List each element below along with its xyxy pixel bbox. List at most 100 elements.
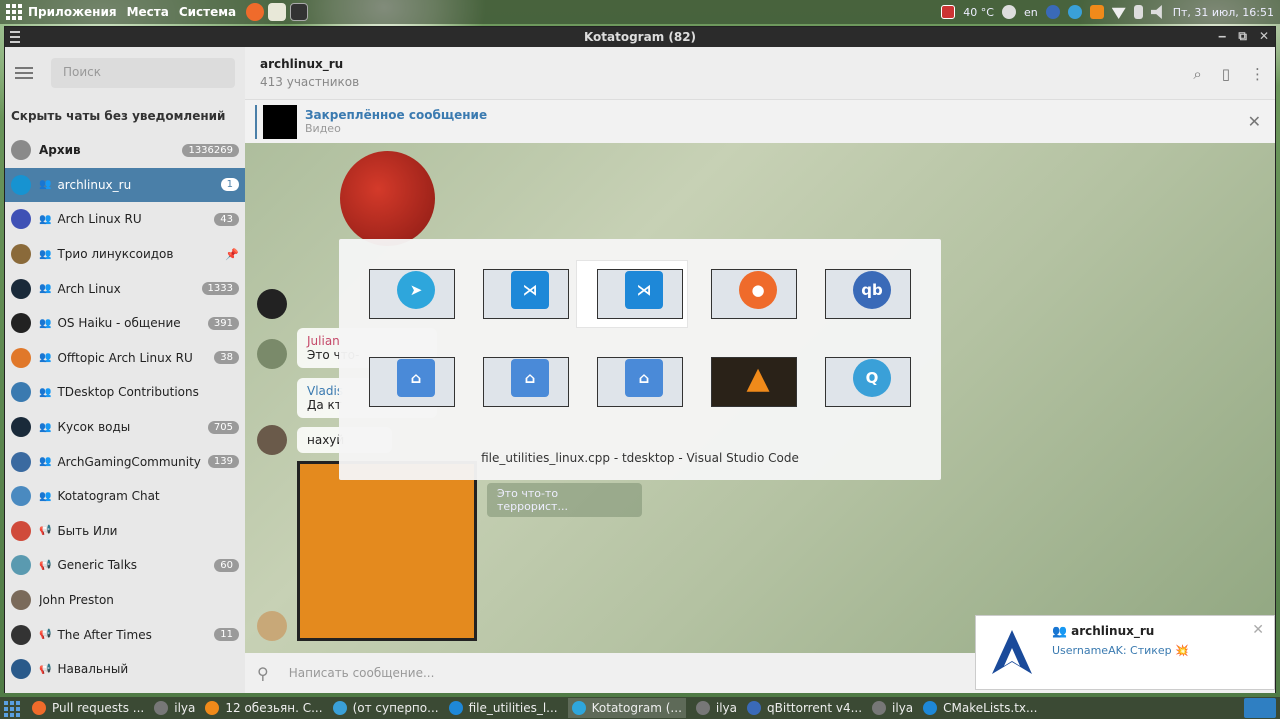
chat-item[interactable]: 📢 The After Times 11 xyxy=(5,617,245,652)
notification-close-icon[interactable]: ✕ xyxy=(1252,622,1264,638)
vscode-icon: ⋊ xyxy=(625,271,663,309)
telegram-tray-icon[interactable] xyxy=(1244,698,1276,718)
main-menu-icon[interactable] xyxy=(15,67,33,79)
taskbar-item[interactable]: 12 обезьян. С... xyxy=(205,698,323,718)
weather-icon[interactable] xyxy=(1001,5,1016,19)
switcher-window[interactable]: ⌂ xyxy=(463,349,573,415)
chat-item[interactable]: 👥 Offtopic Arch Linux RU 38 xyxy=(5,341,245,376)
avatar[interactable] xyxy=(257,425,287,455)
avatar[interactable] xyxy=(257,339,287,369)
battery-icon[interactable] xyxy=(1133,5,1143,19)
chat-item[interactable]: 📢 Навальный xyxy=(5,652,245,687)
text-editor-launcher-icon[interactable] xyxy=(268,3,287,21)
minimize-button[interactable]: ‒ xyxy=(1218,29,1226,44)
qbittorrent-tray-icon[interactable] xyxy=(1045,5,1060,19)
reply-preview[interactable]: Это что-то террорист... xyxy=(487,483,642,517)
taskbar-item[interactable]: CMakeLists.tx... xyxy=(923,698,1037,718)
channel-icon: 📢 xyxy=(39,663,52,675)
explosive-sticker[interactable] xyxy=(297,461,477,641)
chat-item[interactable]: 👥 archlinux_ru 1 xyxy=(5,167,245,203)
group-icon: 👥 xyxy=(39,386,52,398)
app-icon xyxy=(448,701,463,715)
hide-muted-chats-toggle[interactable]: Скрыть чаты без уведомлений xyxy=(5,99,245,133)
chat-item[interactable]: 👥 Kotatogram Chat xyxy=(5,479,245,514)
firefox-launcher-icon[interactable] xyxy=(246,3,265,21)
switcher-window[interactable]: qb xyxy=(805,261,915,327)
avatar[interactable] xyxy=(257,611,287,641)
vlc-tray-icon[interactable] xyxy=(1089,5,1104,19)
maximize-button[interactable]: ⧉ xyxy=(1238,29,1247,44)
close-button[interactable]: ✕ xyxy=(1259,29,1269,44)
menu-applications[interactable]: Приложения xyxy=(28,5,117,19)
keyboard-layout[interactable]: en xyxy=(1024,6,1038,19)
chat-item[interactable]: 👥 Arch Linux 1333 xyxy=(5,271,245,306)
volume-icon[interactable] xyxy=(1150,5,1162,19)
window-titlebar[interactable]: Kotatogram (82) ‒ ⧉ ✕ xyxy=(5,27,1275,47)
window-menu-icon[interactable] xyxy=(10,31,20,43)
search-input[interactable]: Поиск xyxy=(51,58,235,88)
chat-item[interactable]: 👥 Кусок воды 705 xyxy=(5,410,245,445)
unread-badge: 139 xyxy=(207,455,239,469)
taskbar-item[interactable]: file_utilities_l... xyxy=(448,698,558,718)
attach-icon[interactable]: ⚲ xyxy=(257,664,269,683)
notification-popup[interactable]: 👥 archlinux_ru UsernameAK: Стикер 💥 ✕ xyxy=(975,615,1275,690)
chat-avatar xyxy=(11,244,31,265)
chat-item[interactable]: 👥 TDesktop Contributions xyxy=(5,375,245,410)
avatar[interactable] xyxy=(257,289,287,319)
chat-name: Быть Или xyxy=(57,523,118,538)
chat-item[interactable]: John Preston xyxy=(5,583,245,618)
taskbar-item[interactable]: ilya xyxy=(154,698,195,718)
chat-avatar xyxy=(11,486,31,507)
chat-name: John Preston xyxy=(39,593,114,608)
chat-item[interactable]: 👥 OS Haiku - общение 391 xyxy=(5,306,245,341)
chat-item[interactable]: 👥 Трио линуксоидов 📌 xyxy=(5,237,245,272)
close-pinned-icon[interactable]: ✕ xyxy=(1248,112,1261,131)
switcher-window[interactable]: ▲ xyxy=(691,349,801,415)
menu-system[interactable]: Система xyxy=(179,5,236,19)
telegram-icon: ➤ xyxy=(397,271,435,309)
taskbar-item[interactable]: Kotatogram (... xyxy=(567,698,686,718)
taskbar-item[interactable]: ilya xyxy=(872,698,913,718)
switcher-window[interactable]: ⋊ xyxy=(577,261,687,327)
taskbar-item[interactable]: ilya xyxy=(695,698,737,718)
switcher-window[interactable]: ⌂ xyxy=(349,349,459,415)
taskbar-item[interactable]: (от суперпо... xyxy=(332,698,439,718)
chat-item[interactable]: 📢 Generic Talks 60 xyxy=(5,548,245,583)
cpu-temp-icon[interactable] xyxy=(941,5,956,19)
show-desktop-icon[interactable] xyxy=(0,697,22,719)
chat-item[interactable]: 👥 ArchGamingCommunity 139 xyxy=(5,444,245,479)
chat-item[interactable]: 👥 Arch Linux RU 43 xyxy=(5,202,245,237)
wifi-icon[interactable] xyxy=(1111,7,1126,19)
sidebar-toggle-icon[interactable]: ▯ xyxy=(1222,65,1230,83)
switcher-window[interactable]: ⌂ xyxy=(577,349,687,415)
unread-badge: 38 xyxy=(214,351,239,365)
taskbar-item[interactable]: qBittorrent v4... xyxy=(747,698,862,718)
search-icon[interactable]: ⌕ xyxy=(1193,65,1201,83)
unread-badge: 705 xyxy=(207,420,239,434)
switcher-caption: file_utilities_linux.cpp - tdesktop - Vi… xyxy=(481,451,799,465)
message-input[interactable]: Написать сообщение... xyxy=(289,666,435,680)
more-options-icon[interactable]: ⋮ xyxy=(1250,65,1265,83)
clock[interactable]: Пт, 31 июл, 16:51 xyxy=(1173,6,1274,19)
chat-header[interactable]: archlinux_ru 413 участников ⌕ ▯ ⋮ xyxy=(245,47,1275,99)
apps-grid-icon[interactable] xyxy=(6,4,22,20)
sticker-knuckles[interactable] xyxy=(340,151,435,246)
switcher-window[interactable]: Q xyxy=(805,349,915,415)
terminal-launcher-icon[interactable] xyxy=(290,3,309,21)
app-icon xyxy=(32,701,46,715)
switcher-window[interactable]: ⋊ xyxy=(463,261,573,327)
switcher-window[interactable]: ➤ xyxy=(349,261,459,327)
app-icon xyxy=(332,701,347,715)
update-tray-icon[interactable] xyxy=(1067,5,1082,19)
folder-icon: ⌂ xyxy=(397,359,435,397)
app-icon xyxy=(205,701,220,715)
taskbar-item[interactable]: Pull requests ... xyxy=(32,698,144,718)
switcher-window[interactable]: ● xyxy=(691,261,801,327)
menu-places[interactable]: Места xyxy=(127,5,169,19)
chat-item[interactable]: Архив 1336269 xyxy=(5,133,245,168)
chat-item[interactable]: 📢 Быть Или xyxy=(5,514,245,549)
group-icon: 👥 xyxy=(39,179,52,191)
group-icon: 👥 xyxy=(1052,624,1072,638)
taskbar-item-label: ilya xyxy=(174,701,196,715)
pinned-message-bar[interactable]: Закреплённое сообщение Видео ✕ xyxy=(245,99,1275,143)
